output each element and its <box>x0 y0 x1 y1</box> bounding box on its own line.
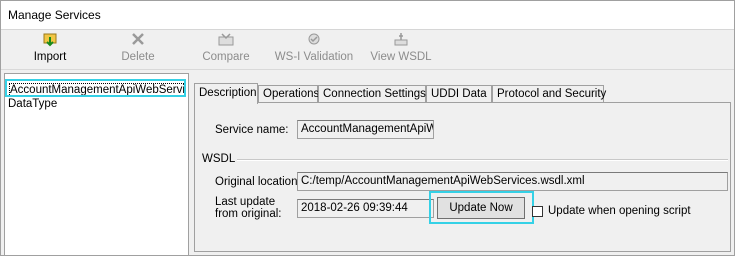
update-now-button[interactable]: Update Now <box>437 197 525 219</box>
wsi-validation-label: WS-I Validation <box>274 51 354 63</box>
tab-description[interactable]: Description <box>194 83 258 104</box>
import-icon <box>27 32 73 50</box>
tab-uddi-data[interactable]: UDDI Data <box>426 85 492 102</box>
last-update-label-line2: from original: <box>215 208 282 220</box>
tree-item-account-management[interactable]: AccountManagementApiWebServic <box>5 79 186 97</box>
update-when-opening-checkbox[interactable] <box>532 206 543 217</box>
wsi-validation-button[interactable]: WS-I Validation <box>271 32 357 66</box>
delete-button[interactable]: Delete <box>117 32 159 66</box>
toolbar-divider <box>1 69 734 70</box>
view-wsdl-icon <box>370 32 432 50</box>
compare-icon <box>199 32 253 50</box>
title-bar: Manage Services <box>1 1 734 30</box>
delete-icon <box>117 32 159 50</box>
tab-protocol-security[interactable]: Protocol and Security <box>492 85 606 102</box>
last-update-label: Last update <box>215 196 276 208</box>
original-location-field[interactable]: C:/temp/AccountManagementApiWebServices.… <box>297 172 728 191</box>
import-label: Import <box>33 51 67 63</box>
wsdl-group-divider <box>237 159 728 161</box>
service-tree[interactable]: AccountManagementApiWebServic DataType <box>4 73 189 255</box>
manage-services-window: Manage Services Import Delete Compare WS… <box>0 0 735 256</box>
wsdl-group-label: WSDL <box>202 153 236 165</box>
update-when-opening-label: Update when opening script <box>548 205 691 217</box>
service-name-label: Service name: <box>215 124 289 136</box>
update-now-highlight: Update Now <box>429 191 534 224</box>
original-location-label: Original location: <box>215 176 301 188</box>
import-button[interactable]: Import <box>27 32 73 66</box>
view-wsdl-label: View WSDL <box>370 51 432 63</box>
service-name-field[interactable]: AccountManagementApiWe <box>297 120 434 139</box>
window-title: Manage Services <box>8 8 101 22</box>
compare-label: Compare <box>202 51 250 63</box>
tree-item-label: AccountManagementApiWebServic <box>9 83 184 95</box>
last-update-field[interactable]: 2018-02-26 09:39:44 <box>297 199 434 218</box>
delete-label: Delete <box>121 51 155 63</box>
validation-icon <box>271 32 357 50</box>
tab-connection-settings[interactable]: Connection Settings <box>318 85 426 102</box>
tree-item-datatype[interactable]: DataType <box>8 97 57 111</box>
tab-operations[interactable]: Operations <box>258 85 319 102</box>
compare-button[interactable]: Compare <box>199 32 253 66</box>
toolbar: Import Delete Compare WS-I Validation Vi… <box>1 30 734 68</box>
view-wsdl-button[interactable]: View WSDL <box>370 32 432 66</box>
